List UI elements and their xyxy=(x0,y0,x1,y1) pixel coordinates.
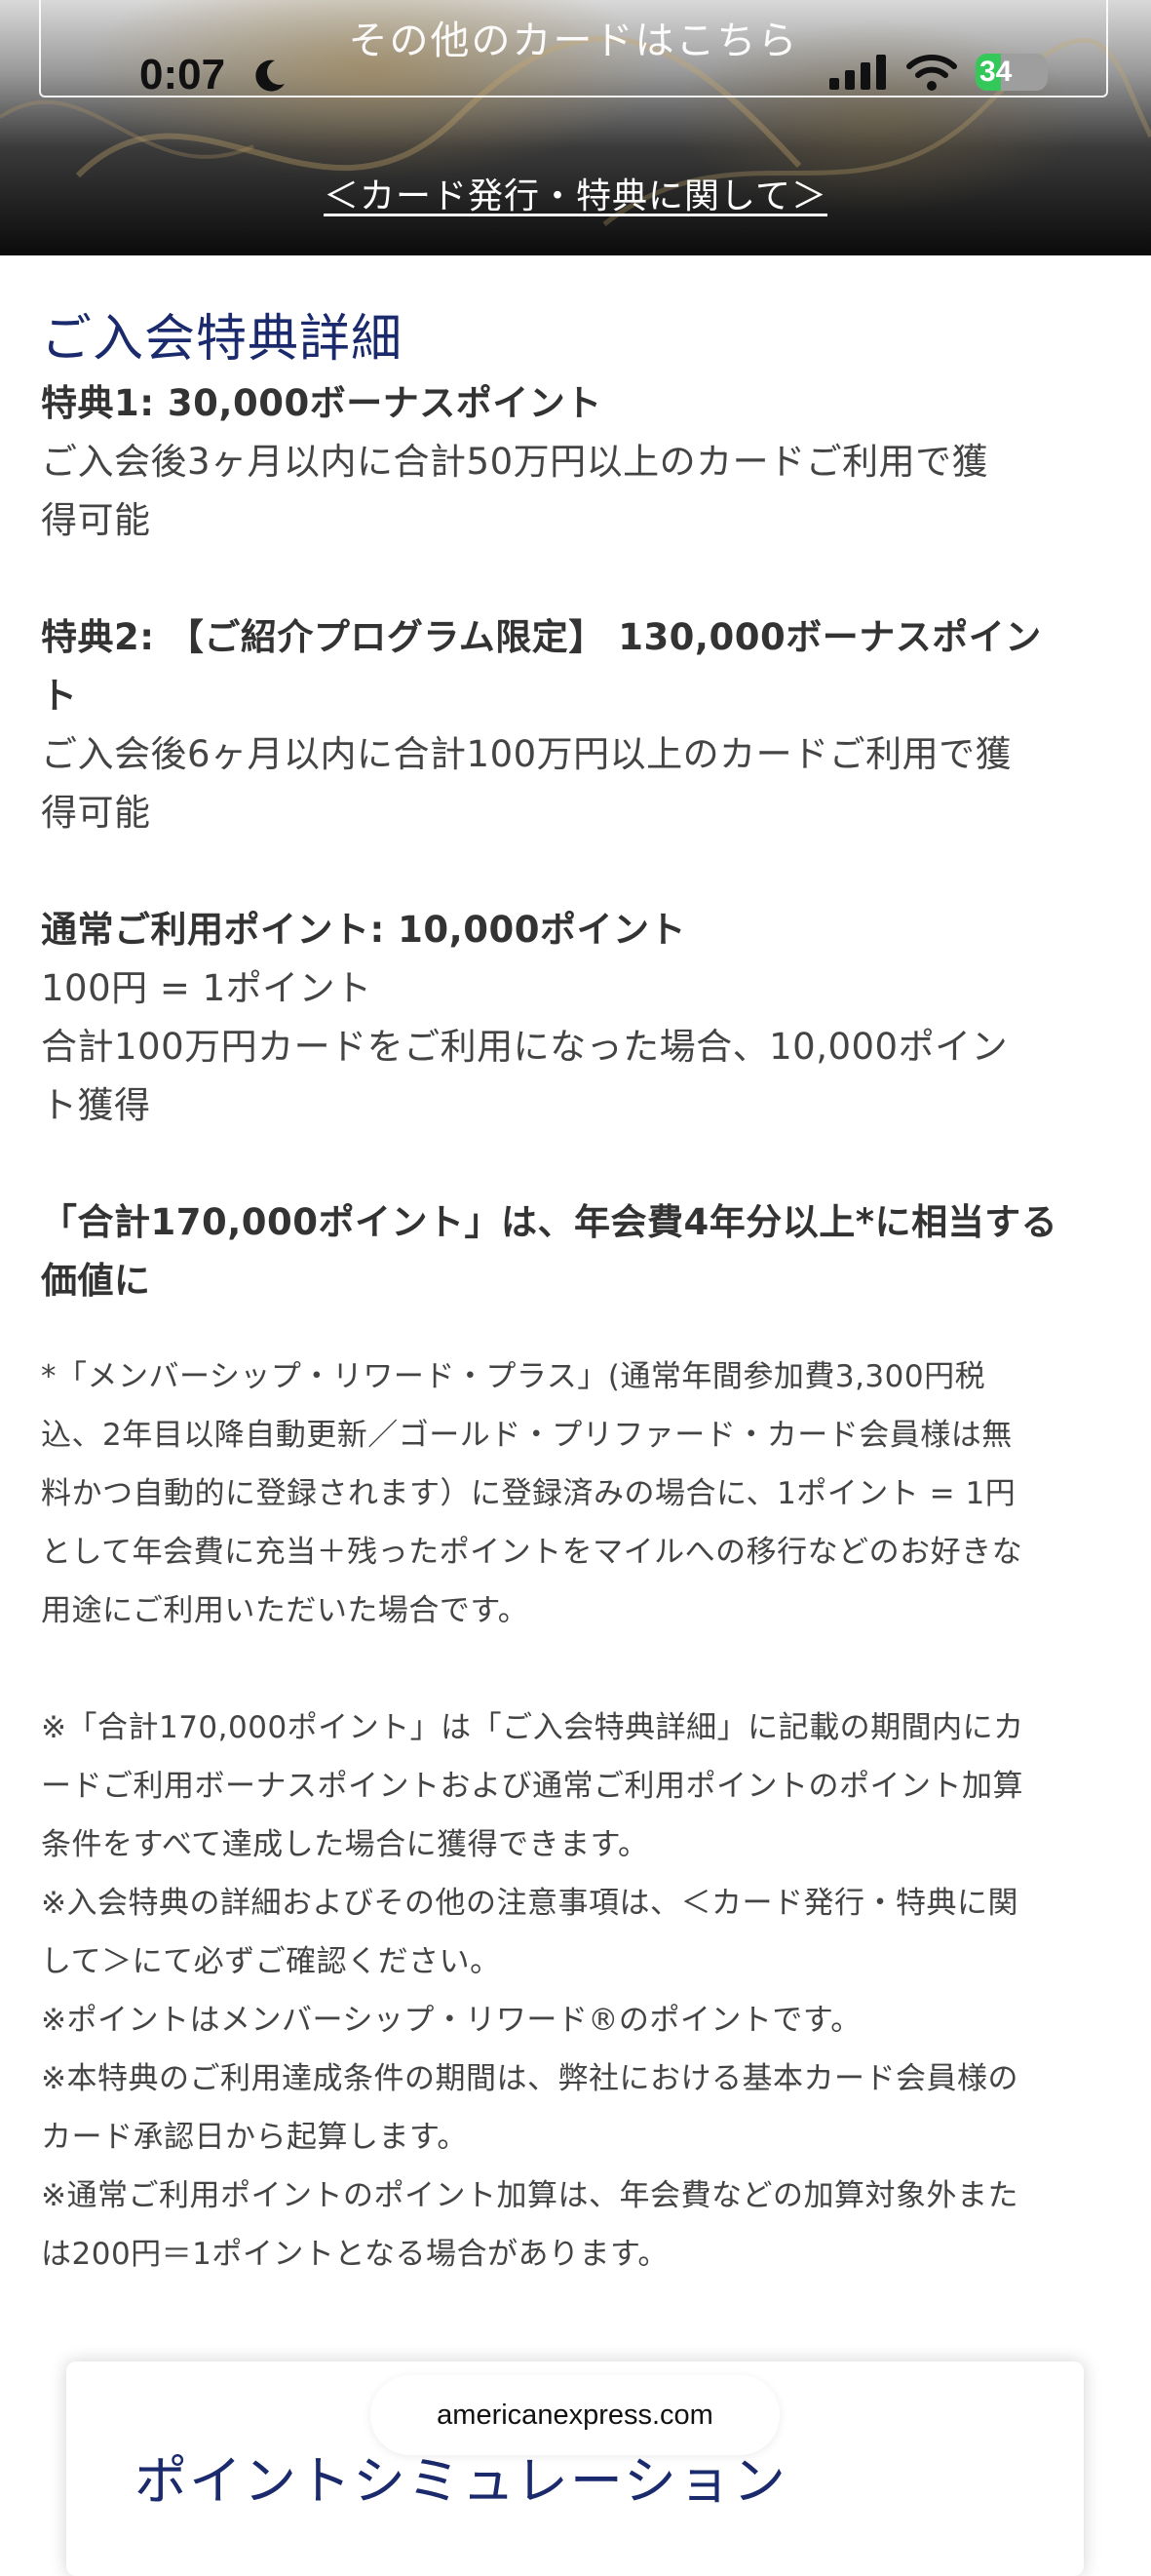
total-points-heading-line1: 「合計170,000ポイント」は、年会費4年分以上*に相当する xyxy=(41,1201,1058,1243)
note2-line1: ※入会特典の詳細およびその他の注意事項は、＜カード発行・特典に関 xyxy=(41,1886,1018,1921)
normal-points-text-line2: ト獲得 xyxy=(41,1084,151,1126)
battery-indicator: 34 xyxy=(976,54,1048,91)
asterisk-note-line1: *「メンバーシップ・リワード・プラス」(通常年間参加費3,300円税 xyxy=(41,1359,986,1394)
note1-line1: ※「合計170,000ポイント」は「ご入会特典詳細」に記載の期間内にカ xyxy=(41,1710,1024,1745)
normal-points-rate: 100円 = 1ポイント xyxy=(41,967,372,1009)
benefit-details-section: ご入会特典詳細 特典1: 30,000ボーナスポイント ご入会後3ヶ月以内に合計… xyxy=(41,304,1113,2283)
browser-url-bar[interactable]: americanexpress.com xyxy=(370,2375,780,2455)
status-time: 0:07 xyxy=(139,51,226,98)
status-icons: 34 xyxy=(829,53,1048,92)
asterisk-note-line3: 料かつ自動的に登録されます）に登録済みの場合に、1ポイント = 1円 xyxy=(41,1476,1017,1511)
note1-line3: 条件をすべて達成した場合に獲得できます。 xyxy=(41,1827,649,1862)
battery-level: 34 xyxy=(979,56,1013,88)
benefit2-heading-line2: ト xyxy=(41,675,78,717)
total-points-heading-line2: 価値に xyxy=(41,1260,151,1302)
note1-line2: ードご利用ボーナスポイントおよび通常ご利用ポイントのポイント加算 xyxy=(41,1769,1023,1804)
note5-line1: ※通常ご利用ポイントのポイント加算は、年会費などの加算対象外また xyxy=(41,2178,1018,2213)
cellular-signal-icon xyxy=(829,55,886,90)
note2-line2: して＞にて必ずご確認ください。 xyxy=(41,1944,501,1979)
wifi-icon xyxy=(906,55,957,91)
hero-banner: その他のカードはこちら 0:07 34 ＜カード発行・特典に関して＞ xyxy=(0,0,1151,255)
asterisk-note-line4: として年会費に充当＋残ったポイントをマイルへの移行などのお好きな xyxy=(41,1535,1023,1570)
benefit2-text-line1: ご入会後6ヶ月以内に合計100万円以上のカードご利用で獲 xyxy=(41,733,1013,775)
asterisk-note-line2: 込、2年目以降自動更新／ゴールド・プリファード・カード会員様は無 xyxy=(41,1418,1013,1453)
card-issue-benefits-link[interactable]: ＜カード発行・特典に関して＞ xyxy=(0,168,1151,218)
normal-points-heading: 通常ご利用ポイント: 10,000ポイント xyxy=(41,909,686,951)
benefit1-text-line2: 得可能 xyxy=(41,499,151,541)
benefit2-text-line2: 得可能 xyxy=(41,792,151,834)
normal-points-text-line1: 合計100万円カードをご利用になった場合、10,000ポイン xyxy=(41,1026,1009,1068)
section-title: ご入会特典詳細 xyxy=(41,310,403,369)
benefit1-text-line1: ご入会後3ヶ月以内に合計50万円以上のカードご利用で獲 xyxy=(41,441,989,483)
note5-line2: は200円＝1ポイントとなる場合があります。 xyxy=(41,2237,669,2272)
note4-line2: カード承認日から起算します。 xyxy=(41,2120,468,2155)
note3: ※ポイントはメンバーシップ・リワード®のポイントです。 xyxy=(41,2003,862,2038)
benefit2-heading-line1: 特典2: 【ご紹介プログラム限定】 130,000ボーナスポイン xyxy=(41,616,1042,658)
moon-icon xyxy=(255,59,285,92)
benefit1-heading: 特典1: 30,000ボーナスポイント xyxy=(41,382,602,424)
asterisk-note-line5: 用途にご利用いただいた場合です。 xyxy=(41,1593,529,1628)
note4-line1: ※本特典のご利用達成条件の期間は、弊社における基本カード会員様の xyxy=(41,2061,1018,2096)
